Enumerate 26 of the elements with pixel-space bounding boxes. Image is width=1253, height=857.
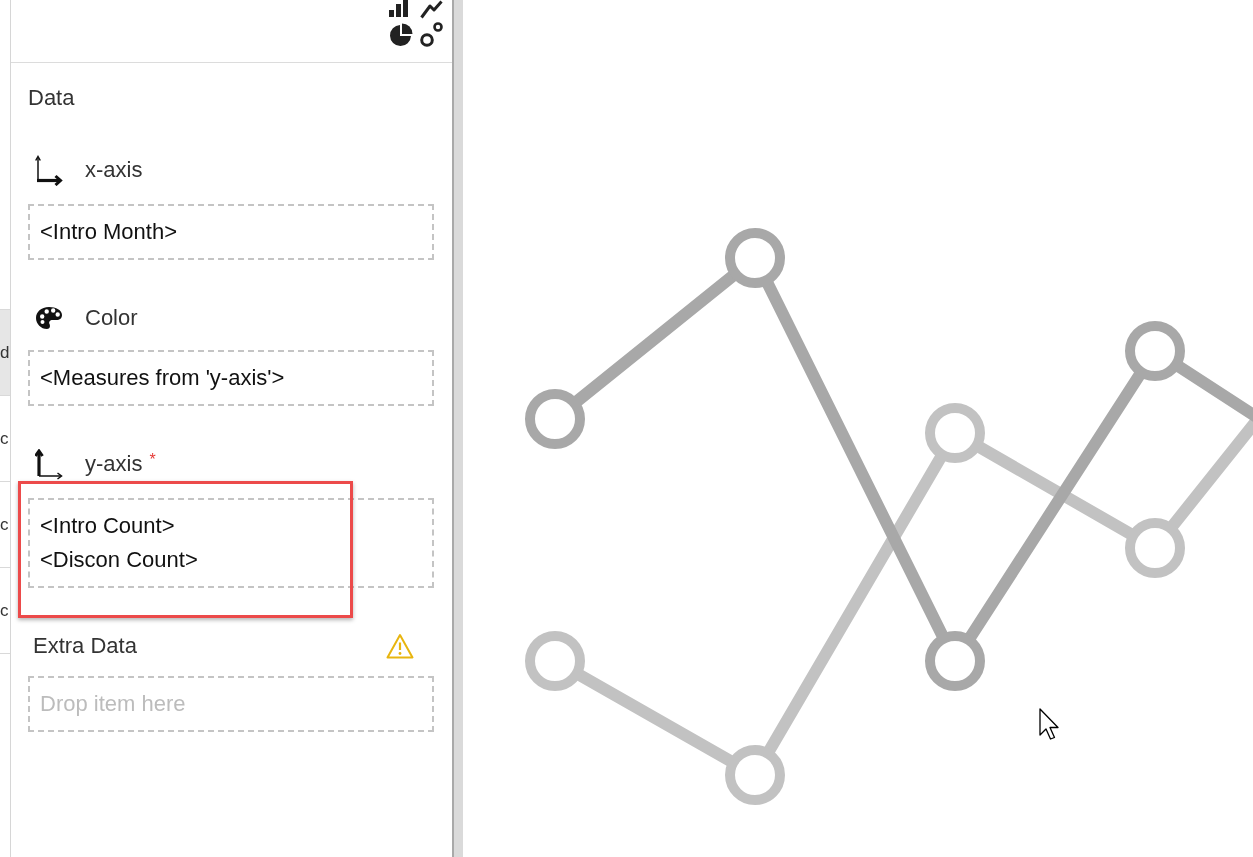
- field-item: <Discon Count>: [40, 546, 199, 574]
- drop-field[interactable]: Drop item here: [28, 676, 434, 732]
- bar-chart-icon[interactable]: [389, 0, 409, 17]
- drop-field[interactable]: <Measures from 'y-axis'>: [28, 350, 434, 406]
- list-row[interactable]: d: [0, 309, 10, 395]
- y-axis-icon: [35, 448, 63, 480]
- field-item: <Intro Month>: [40, 218, 178, 246]
- row-text: d: [0, 341, 10, 364]
- section-label: Extra Data: [33, 633, 137, 659]
- field-item: <Intro Count>: [40, 512, 176, 540]
- required-asterisk: *: [149, 453, 156, 467]
- pie-chart-icon[interactable]: [389, 23, 413, 47]
- x-axis-icon: [35, 154, 63, 186]
- row-text: c: [0, 513, 9, 536]
- palette-icon: [35, 306, 63, 330]
- row-text: c: [0, 599, 9, 622]
- drop-field[interactable]: <Intro Count> <Discon Count>: [28, 498, 434, 588]
- line-chart-icon[interactable]: [420, 0, 443, 19]
- row-text: c: [0, 427, 9, 450]
- panel-title: Data: [28, 85, 76, 111]
- section-label: Color: [85, 305, 138, 331]
- scatter-chart-icon[interactable]: [420, 22, 443, 47]
- section-label: y-axis: [85, 451, 143, 477]
- drop-field[interactable]: <Intro Month>: [28, 204, 434, 260]
- section-label: x-axis: [85, 157, 143, 183]
- field-item: <Measures from 'y-axis'>: [40, 364, 286, 392]
